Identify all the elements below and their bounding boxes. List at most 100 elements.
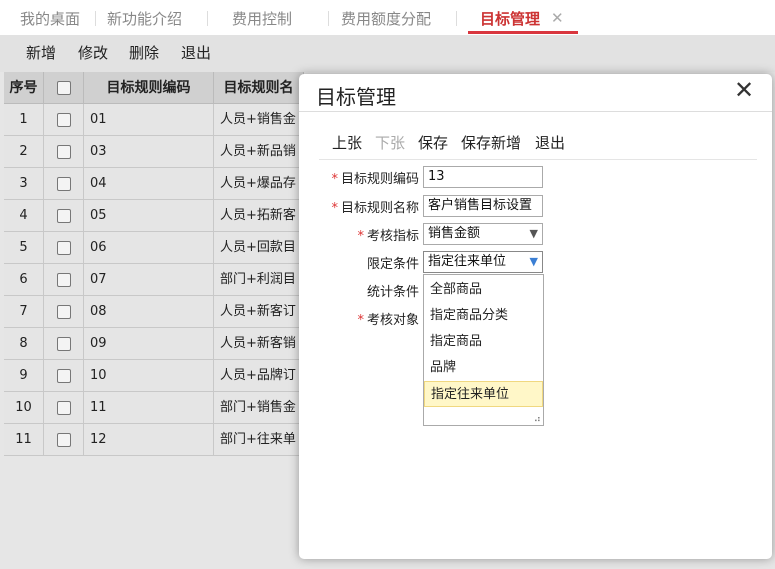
row-code[interactable]: 04 (84, 168, 214, 200)
target-label: * 考核对象 (357, 313, 419, 328)
row-checkbox[interactable] (44, 264, 84, 296)
tab-separator (95, 11, 96, 26)
row-name[interactable]: 人员+新品销 (214, 136, 304, 168)
col-header-name: 目标规则名 (214, 72, 304, 104)
tab-bar: 我的桌面 新功能介绍 费用控制 费用额度分配 目标管理 ✕ (0, 0, 775, 35)
row-code[interactable]: 12 (84, 424, 214, 456)
resize-handle-icon[interactable]: ⠴ (534, 414, 541, 425)
code-field[interactable]: 13 (423, 166, 543, 188)
limit-select[interactable]: 指定往来单位 ▼ (423, 251, 543, 273)
row-name[interactable]: 人员+品牌订 (214, 360, 304, 392)
delete-button[interactable]: 删除 (129, 35, 159, 72)
edit-button[interactable]: 修改 (78, 35, 108, 72)
tab-close-icon[interactable]: ✕ (551, 9, 564, 27)
row-select-checkbox[interactable] (56, 304, 71, 319)
name-field[interactable]: 客户销售目标设置 (423, 195, 543, 217)
dialog-exit-button[interactable]: 退出 (535, 132, 565, 153)
row-code[interactable]: 03 (84, 136, 214, 168)
row-code[interactable]: 05 (84, 200, 214, 232)
target-management-dialog: 目标管理 ✕ 上张 下张 保存 保存新增 退出 * 目标规则编码 13 * 目标规则… (299, 74, 772, 559)
row-select-checkbox[interactable] (56, 176, 71, 191)
row-checkbox[interactable] (44, 392, 84, 424)
row-code[interactable]: 10 (84, 360, 214, 392)
row-checkbox[interactable] (44, 200, 84, 232)
row-name[interactable]: 部门+利润目 (214, 264, 304, 296)
row-select-checkbox[interactable] (56, 144, 71, 159)
col-header-seq: 序号 (4, 72, 44, 104)
col-header-checkbox (44, 72, 84, 104)
row-name[interactable]: 人员+新客销 (214, 328, 304, 360)
dropdown-option-category[interactable]: 指定商品分类 (424, 303, 543, 329)
row-seq[interactable]: 7 (4, 296, 44, 328)
tab-separator (456, 11, 457, 26)
active-tab-indicator (468, 31, 578, 34)
next-record-button[interactable]: 下张 (375, 132, 405, 153)
row-name[interactable]: 人员+拓新客 (214, 200, 304, 232)
row-seq[interactable]: 5 (4, 232, 44, 264)
row-name[interactable]: 部门+销售金 (214, 392, 304, 424)
row-checkbox[interactable] (44, 104, 84, 136)
row-select-checkbox[interactable] (56, 432, 71, 447)
row-checkbox[interactable] (44, 328, 84, 360)
row-select-checkbox[interactable] (56, 208, 71, 223)
row-name[interactable]: 人员+新客订 (214, 296, 304, 328)
row-select-checkbox[interactable] (56, 368, 71, 383)
dialog-toolbar-divider (319, 159, 757, 160)
main-toolbar: 新增 修改 删除 退出 (0, 35, 775, 72)
row-name[interactable]: 人员+回款目 (214, 232, 304, 264)
dropdown-option-product[interactable]: 指定商品 (424, 329, 543, 355)
select-all-checkbox[interactable] (56, 81, 71, 95)
tab-target-management[interactable]: 目标管理 (480, 0, 540, 35)
row-code[interactable]: 08 (84, 296, 214, 328)
row-seq[interactable]: 6 (4, 264, 44, 296)
row-seq[interactable]: 8 (4, 328, 44, 360)
save-button[interactable]: 保存 (418, 132, 448, 153)
row-code[interactable]: 06 (84, 232, 214, 264)
tab-my-desktop[interactable]: 我的桌面 (20, 0, 80, 35)
dialog-title: 目标管理 (316, 85, 396, 109)
row-checkbox[interactable] (44, 232, 84, 264)
tab-separator (207, 11, 208, 26)
row-seq[interactable]: 10 (4, 392, 44, 424)
row-seq[interactable]: 9 (4, 360, 44, 392)
tab-expense-allocation[interactable]: 费用额度分配 (341, 0, 431, 35)
row-select-checkbox[interactable] (56, 112, 71, 127)
row-checkbox[interactable] (44, 296, 84, 328)
prev-record-button[interactable]: 上张 (332, 132, 362, 153)
dropdown-option-all-products[interactable]: 全部商品 (424, 277, 543, 303)
metric-label: * 考核指标 (357, 229, 419, 244)
row-code[interactable]: 07 (84, 264, 214, 296)
row-checkbox[interactable] (44, 424, 84, 456)
metric-select[interactable]: 销售金额 ▼ (423, 223, 543, 245)
row-select-checkbox[interactable] (56, 336, 71, 351)
tab-new-features[interactable]: 新功能介绍 (107, 0, 182, 35)
row-seq[interactable]: 11 (4, 424, 44, 456)
row-name[interactable]: 人员+爆品存 (214, 168, 304, 200)
row-seq[interactable]: 4 (4, 200, 44, 232)
row-seq[interactable]: 3 (4, 168, 44, 200)
dropdown-option-brand[interactable]: 品牌 (424, 355, 543, 381)
save-and-new-button[interactable]: 保存新增 (461, 132, 521, 153)
exit-button[interactable]: 退出 (181, 35, 211, 72)
dropdown-option-partner[interactable]: 指定往来单位 (424, 381, 543, 407)
stat-label: 统计条件 (366, 285, 419, 300)
row-name[interactable]: 人员+销售金 (214, 104, 304, 136)
row-select-checkbox[interactable] (56, 400, 71, 415)
row-select-checkbox[interactable] (56, 272, 71, 287)
row-seq[interactable]: 2 (4, 136, 44, 168)
dialog-close-icon[interactable]: ✕ (734, 76, 754, 104)
row-code[interactable]: 01 (84, 104, 214, 136)
tab-expense-control[interactable]: 费用控制 (232, 0, 292, 35)
row-select-checkbox[interactable] (56, 240, 71, 255)
row-seq[interactable]: 1 (4, 104, 44, 136)
row-code[interactable]: 09 (84, 328, 214, 360)
limit-label: 限定条件 (366, 257, 419, 272)
limit-dropdown-list: 全部商品 指定商品分类 指定商品 品牌 指定往来单位 ⠴ (423, 274, 544, 426)
row-code[interactable]: 11 (84, 392, 214, 424)
row-checkbox[interactable] (44, 360, 84, 392)
row-checkbox[interactable] (44, 168, 84, 200)
tab-separator (328, 11, 329, 26)
row-checkbox[interactable] (44, 136, 84, 168)
row-name[interactable]: 部门+往来单 (214, 424, 304, 456)
add-button[interactable]: 新增 (26, 35, 56, 72)
